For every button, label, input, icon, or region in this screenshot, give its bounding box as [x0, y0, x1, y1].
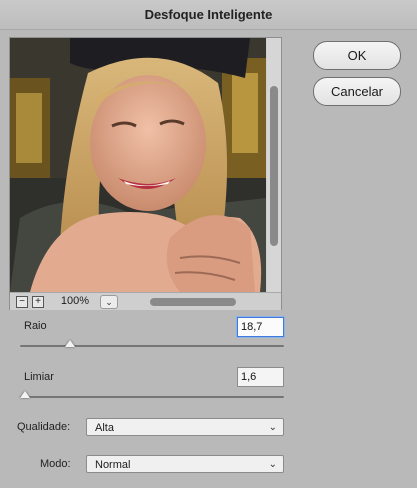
mode-selected-value: Normal: [95, 459, 131, 471]
minus-icon: −: [19, 296, 25, 307]
threshold-label: Limiar: [24, 371, 54, 383]
radius-slider-track[interactable]: [20, 345, 284, 347]
zoom-dropdown-button[interactable]: ⌄: [100, 295, 118, 309]
title-bar: Desfoque Inteligente: [0, 0, 417, 30]
threshold-slider-thumb[interactable]: [20, 391, 31, 398]
chevron-down-icon: ⌄: [268, 422, 277, 433]
zoom-level: 100%: [60, 295, 90, 307]
radius-input[interactable]: 18,7: [237, 317, 284, 337]
cancel-button[interactable]: Cancelar: [313, 77, 401, 106]
quality-selected-value: Alta: [95, 422, 114, 434]
preview-vertical-scrollbar[interactable]: [267, 38, 281, 292]
mode-label: Modo:: [40, 458, 71, 470]
preview-panel: − + 100% ⌄: [9, 37, 282, 310]
preview-photo: [10, 38, 266, 292]
radius-slider-thumb[interactable]: [65, 340, 76, 347]
preview-zoom-bar: − + 100% ⌄: [10, 292, 281, 310]
zoom-out-button[interactable]: −: [16, 296, 28, 308]
radius-label: Raio: [24, 320, 47, 332]
ok-button[interactable]: OK: [313, 41, 401, 70]
threshold-slider-track[interactable]: [20, 396, 284, 398]
preview-image[interactable]: [10, 38, 266, 292]
quality-label: Qualidade:: [17, 421, 71, 433]
plus-icon: +: [35, 296, 41, 307]
horizontal-scroll-thumb[interactable]: [150, 298, 236, 306]
chevron-down-icon: ⌄: [105, 297, 113, 307]
zoom-in-button[interactable]: +: [32, 296, 44, 308]
dialog-title: Desfoque Inteligente: [144, 7, 273, 22]
quality-select[interactable]: Alta ⌄: [86, 418, 284, 436]
mode-select[interactable]: Normal ⌄: [86, 455, 284, 473]
threshold-input[interactable]: 1,6: [237, 367, 284, 387]
chevron-down-icon: ⌄: [268, 459, 277, 470]
vertical-scroll-thumb[interactable]: [270, 86, 278, 246]
